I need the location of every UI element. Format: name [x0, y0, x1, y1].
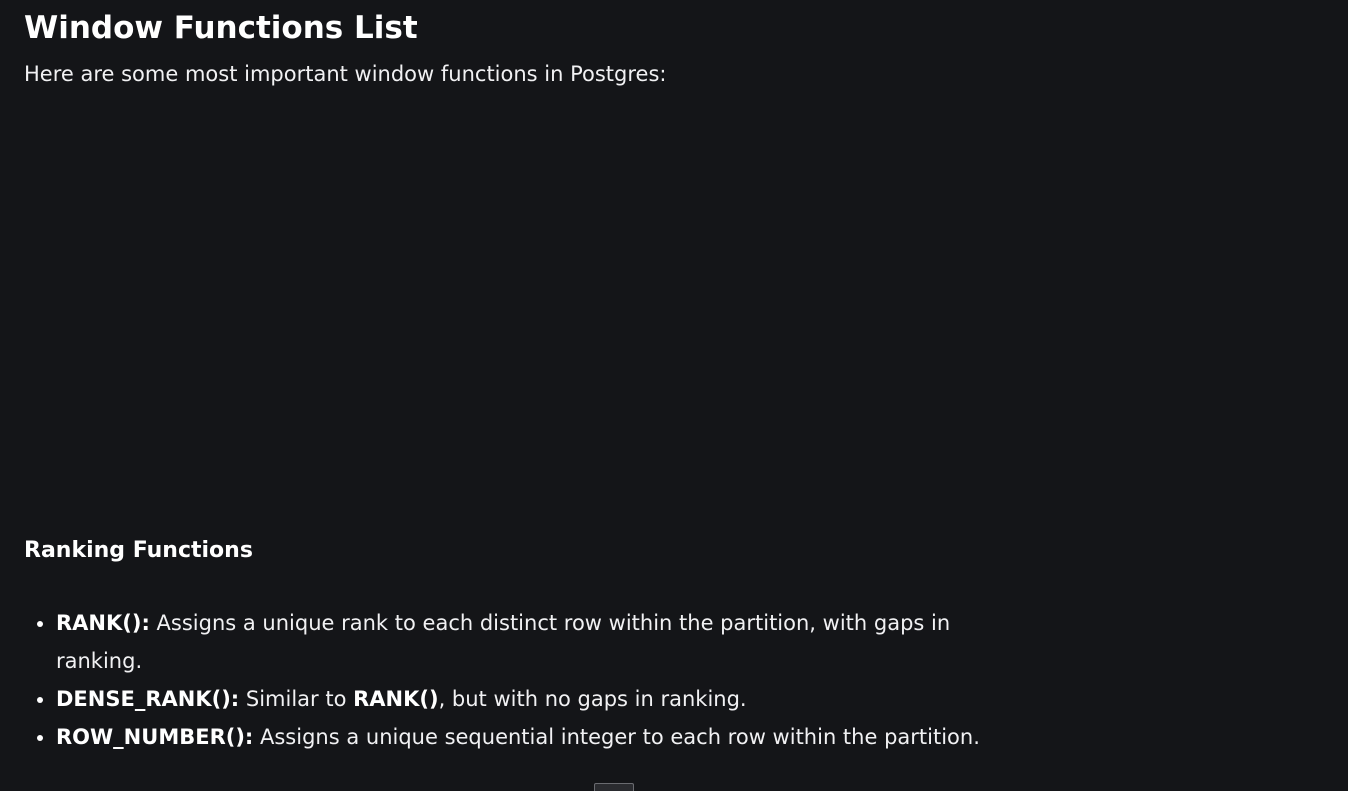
function-name: DENSE_RANK(): [56, 687, 240, 711]
list-item-dense-rank: DENSE_RANK(): Similar to RANK(), but wit… [56, 680, 1036, 718]
function-description-end: , but with no gaps in ranking. [438, 687, 747, 711]
section-intro: Here are some most important window func… [24, 62, 667, 86]
function-name: RANK(): [56, 611, 150, 635]
function-description: Assigns a unique sequential integer to e… [253, 725, 980, 749]
function-reference: RANK() [353, 687, 439, 711]
function-name: ROW_NUMBER(): [56, 725, 254, 749]
list-item-row-number: ROW_NUMBER(): Assigns a unique sequentia… [56, 718, 1036, 756]
figure-placeholder [24, 100, 1024, 520]
function-description-start: Similar to [239, 687, 354, 711]
function-description: Assigns a unique rank to each distinct r… [56, 611, 951, 673]
partial-widget-edge[interactable] [594, 783, 634, 791]
ranking-functions-heading: Ranking Functions [24, 538, 253, 563]
section-title: Window Functions List [24, 10, 418, 46]
ranking-functions-list: RANK(): Assigns a unique rank to each di… [24, 604, 1036, 756]
list-item-rank: RANK(): Assigns a unique rank to each di… [56, 604, 1036, 680]
